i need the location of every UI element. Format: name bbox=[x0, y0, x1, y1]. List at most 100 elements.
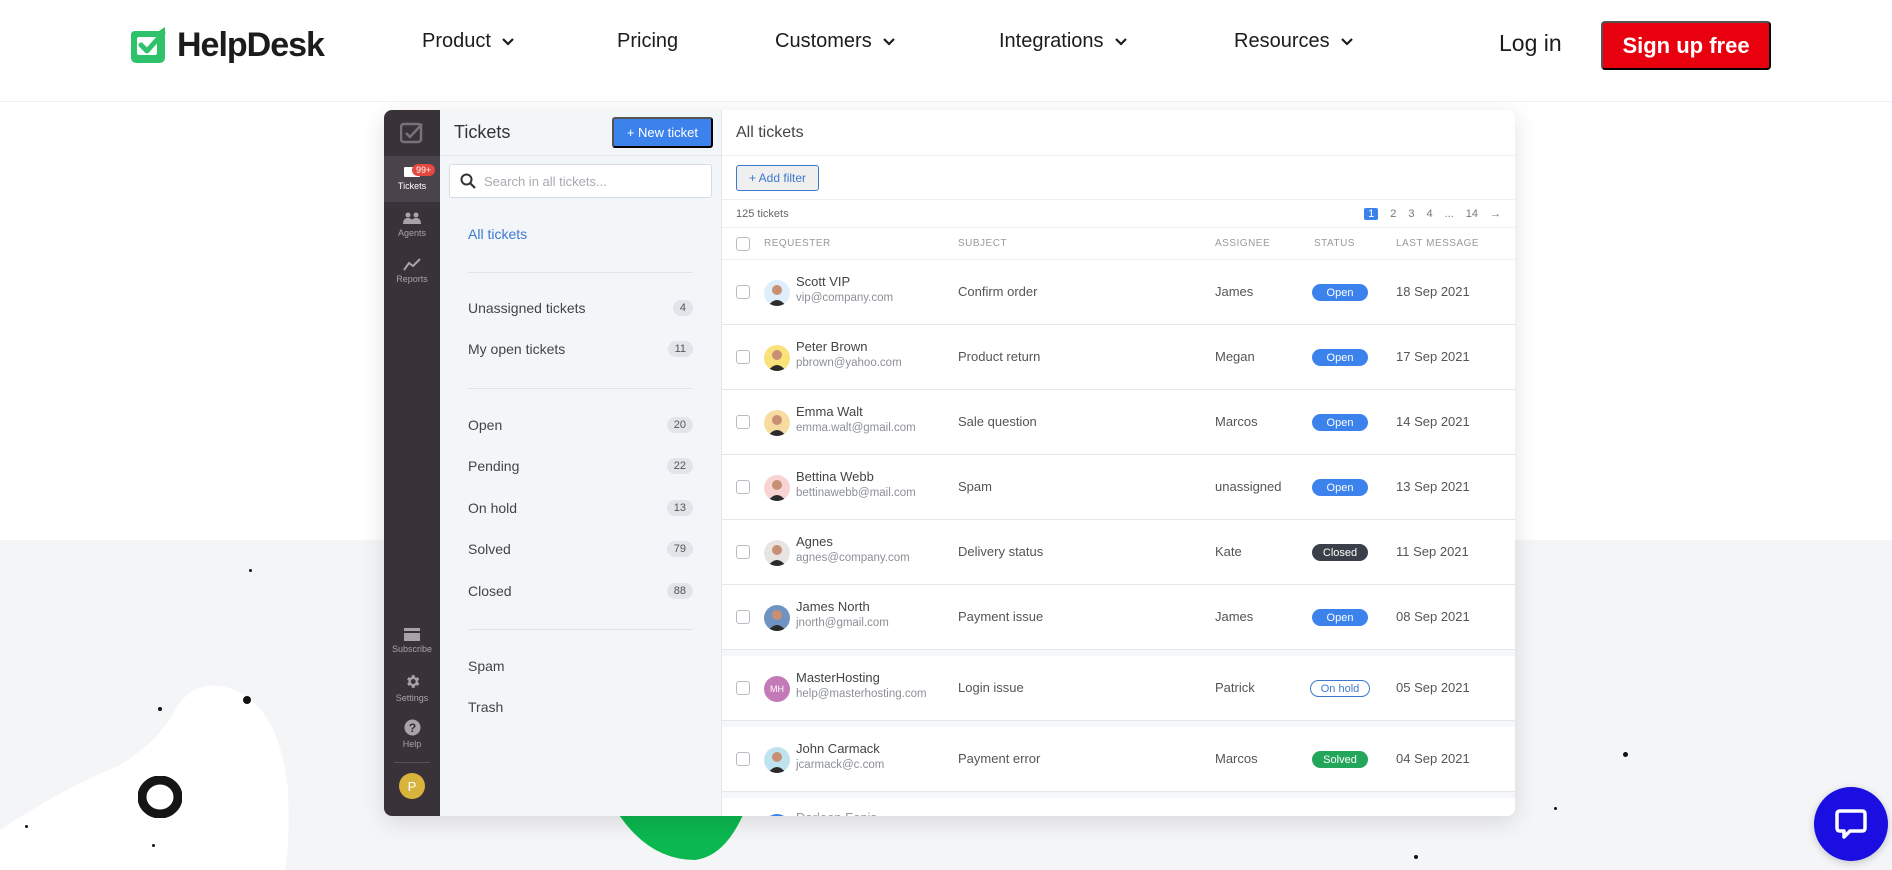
row-checkbox[interactable] bbox=[736, 681, 750, 695]
view-count: 11 bbox=[667, 341, 693, 357]
rail-item-reports[interactable]: Reports bbox=[384, 258, 440, 284]
avatar: MH bbox=[764, 676, 790, 702]
dot-decoration bbox=[1623, 752, 1628, 757]
view-label: My open tickets bbox=[468, 341, 566, 357]
divider bbox=[468, 388, 693, 389]
view-trash[interactable]: Trash bbox=[468, 699, 693, 715]
ticket-subject: Payment issue bbox=[958, 609, 1044, 624]
column-assignee[interactable]: ASSIGNEE bbox=[1215, 238, 1270, 249]
nav-integrations-label: Integrations bbox=[999, 30, 1104, 52]
nav-resources[interactable]: Resources bbox=[1234, 30, 1354, 53]
nav-pricing[interactable]: Pricing bbox=[617, 30, 678, 53]
requester-email: help@masterhosting.com bbox=[796, 688, 927, 700]
avatar bbox=[764, 540, 790, 566]
table-row[interactable]: Agnes agnes@company.com Delivery status … bbox=[722, 520, 1515, 585]
status-badge: Open bbox=[1312, 414, 1368, 431]
page-last[interactable]: 14 bbox=[1466, 208, 1478, 220]
view-open[interactable]: Open 20 bbox=[468, 417, 693, 433]
rail-item-tickets[interactable]: 99+ Tickets bbox=[384, 156, 440, 202]
select-all-checkbox[interactable] bbox=[736, 237, 750, 251]
ticket-subject: Spam bbox=[958, 479, 992, 494]
view-pending[interactable]: Pending 22 bbox=[468, 458, 693, 474]
rail-agents-label: Agents bbox=[397, 228, 427, 238]
ticket-subject: Payment error bbox=[958, 751, 1041, 766]
view-all-tickets[interactable]: All tickets bbox=[468, 226, 693, 242]
table-row[interactable]: MH MasterHosting help@masterhosting.com … bbox=[722, 656, 1515, 721]
rail-item-agents[interactable]: Agents bbox=[384, 212, 440, 238]
filter-bar: + Add filter bbox=[722, 156, 1515, 200]
view-count: 22 bbox=[666, 458, 693, 474]
status-badge: On hold bbox=[1310, 680, 1370, 697]
column-status[interactable]: STATUS bbox=[1314, 238, 1355, 249]
brand-logo[interactable]: HelpDesk bbox=[129, 26, 325, 65]
login-link[interactable]: Log in bbox=[1499, 30, 1562, 57]
user-avatar[interactable]: P bbox=[399, 773, 425, 799]
table-row-partial[interactable]: Darleen Fonis bbox=[722, 798, 1515, 816]
view-on-hold[interactable]: On hold 13 bbox=[468, 500, 693, 516]
column-subject[interactable]: SUBJECT bbox=[958, 238, 1007, 249]
rail-item-subscribe[interactable]: Subscribe bbox=[384, 628, 440, 654]
row-checkbox[interactable] bbox=[736, 610, 750, 624]
nav-customers-label: Customers bbox=[775, 30, 872, 52]
dot-decoration bbox=[243, 696, 251, 704]
row-checkbox[interactable] bbox=[736, 415, 750, 429]
signup-button[interactable]: Sign up free bbox=[1601, 21, 1771, 70]
page-4[interactable]: 4 bbox=[1426, 208, 1432, 220]
table-row[interactable]: Emma Walt emma.walt@gmail.com Sale quest… bbox=[722, 390, 1515, 455]
row-checkbox[interactable] bbox=[736, 285, 750, 299]
requester-email: emma.walt@gmail.com bbox=[796, 422, 916, 434]
rail-settings-label: Settings bbox=[395, 693, 429, 703]
ticket-count: 125 tickets bbox=[736, 207, 789, 220]
brand-name: HelpDesk bbox=[177, 26, 325, 64]
table-row[interactable]: Bettina Webb bettinawebb@mail.com Spam u… bbox=[722, 455, 1515, 520]
row-checkbox[interactable] bbox=[736, 752, 750, 766]
column-last-message[interactable]: LAST MESSAGE bbox=[1396, 238, 1479, 249]
row-checkbox[interactable] bbox=[736, 350, 750, 364]
chat-widget-button[interactable] bbox=[1814, 787, 1888, 861]
avatar bbox=[764, 345, 790, 371]
view-closed[interactable]: Closed 88 bbox=[468, 583, 693, 599]
requester-name: John Carmack bbox=[796, 741, 880, 756]
page-2[interactable]: 2 bbox=[1390, 208, 1396, 220]
rail-item-help[interactable]: ? Help bbox=[384, 719, 440, 749]
view-solved[interactable]: Solved 79 bbox=[468, 541, 693, 557]
ticket-subject: Login issue bbox=[958, 680, 1024, 695]
page-3[interactable]: 3 bbox=[1408, 208, 1414, 220]
row-checkbox[interactable] bbox=[736, 545, 750, 559]
dot-decoration bbox=[249, 569, 252, 572]
nav-pricing-label: Pricing bbox=[617, 30, 679, 52]
view-spam[interactable]: Spam bbox=[468, 658, 693, 674]
table-row[interactable]: James North jnorth@gmail.com Payment iss… bbox=[722, 585, 1515, 650]
last-message-date: 13 Sep 2021 bbox=[1396, 479, 1470, 494]
rail-item-settings[interactable]: Settings bbox=[384, 673, 440, 703]
table-row[interactable]: John Carmack jcarmack@c.com Payment erro… bbox=[722, 727, 1515, 792]
app-logo-icon bbox=[400, 122, 423, 144]
last-message-date: 18 Sep 2021 bbox=[1396, 284, 1470, 299]
nav-customers[interactable]: Customers bbox=[775, 30, 896, 53]
tickets-panel: Tickets + New ticket All tickets Unassig… bbox=[440, 110, 722, 816]
requester-name: Darleen Fonis bbox=[796, 810, 877, 816]
nav-integrations[interactable]: Integrations bbox=[999, 30, 1128, 53]
svg-text:?: ? bbox=[408, 721, 416, 735]
view-label: Open bbox=[468, 417, 503, 433]
ticket-search[interactable] bbox=[449, 164, 712, 198]
add-filter-button[interactable]: + Add filter bbox=[736, 164, 820, 191]
ticket-assignee: Patrick bbox=[1215, 680, 1255, 695]
avatar-photo bbox=[768, 285, 786, 306]
requester-name: MasterHosting bbox=[796, 670, 880, 685]
table-row[interactable]: Peter Brown pbrown@yahoo.com Product ret… bbox=[722, 325, 1515, 390]
column-requester[interactable]: REQUESTER bbox=[764, 238, 831, 249]
search-input[interactable] bbox=[484, 173, 704, 189]
new-ticket-button[interactable]: + New ticket bbox=[611, 117, 713, 148]
next-page-arrow-icon[interactable]: → bbox=[1490, 208, 1501, 220]
requester-email: vip@company.com bbox=[796, 292, 894, 304]
table-row[interactable]: Scott VIP vip@company.com Confirm order … bbox=[722, 260, 1515, 325]
tickets-panel-header: Tickets + New ticket bbox=[440, 110, 721, 156]
row-checkbox[interactable] bbox=[736, 480, 750, 494]
avatar bbox=[764, 605, 790, 631]
nav-product[interactable]: Product bbox=[422, 30, 515, 53]
ticket-subject: Confirm order bbox=[958, 284, 1038, 299]
view-my-open[interactable]: My open tickets 11 bbox=[468, 341, 693, 357]
page-current[interactable]: 1 bbox=[1364, 207, 1379, 220]
view-unassigned[interactable]: Unassigned tickets 4 bbox=[468, 300, 693, 316]
